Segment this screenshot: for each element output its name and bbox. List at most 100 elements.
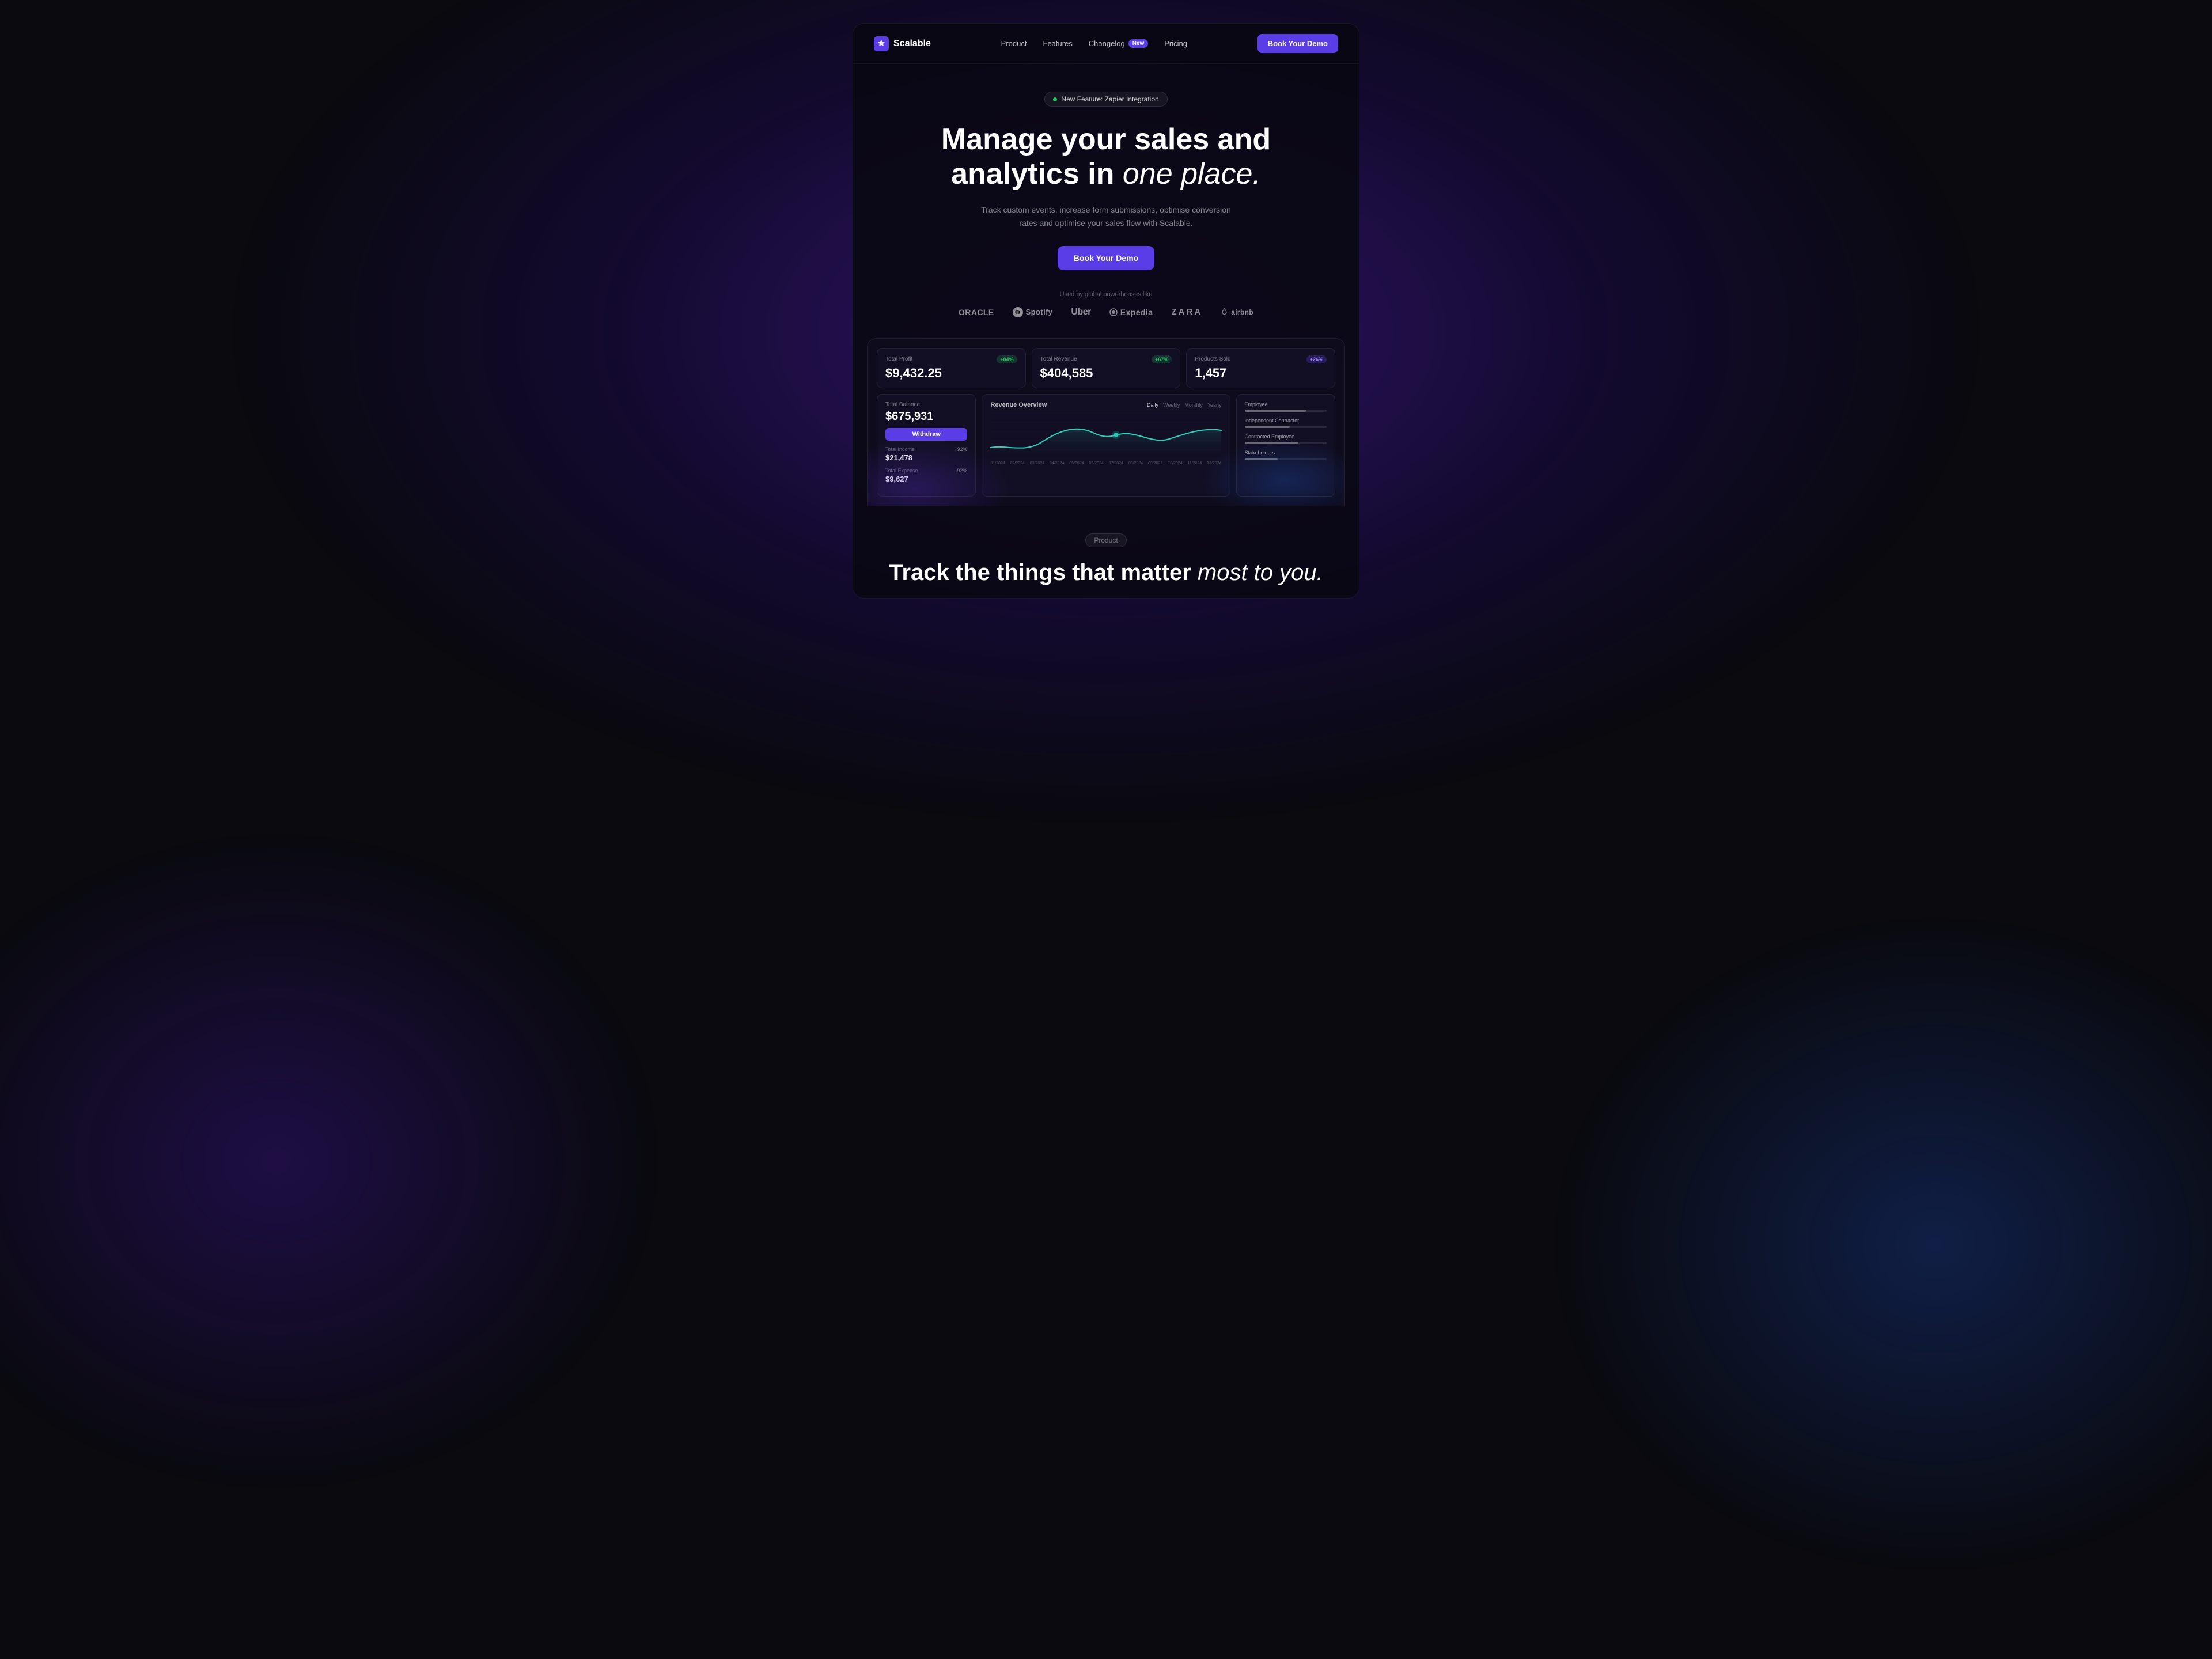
hero-subtitle: Track custom events, increase form submi…: [974, 203, 1238, 230]
stat-products-badge: +26%: [1306, 355, 1327, 363]
emp-contractor-bar: [1245, 426, 1327, 428]
x-label-4: 04/2024: [1050, 461, 1064, 465]
stat-profit-header: Total Profit +84%: [885, 355, 1017, 363]
product-section: Product Track the things that matter mos…: [853, 506, 1359, 598]
filter-daily[interactable]: Daily: [1147, 402, 1158, 408]
stat-products: Products Sold +26% 1,457: [1186, 348, 1335, 388]
logo[interactable]: Scalable: [874, 36, 931, 51]
filter-weekly[interactable]: Weekly: [1163, 402, 1180, 408]
x-label-7: 07/2024: [1109, 461, 1123, 465]
feature-pill-text: New Feature: Zapier Integration: [1061, 95, 1158, 103]
emp-contracted-name: Contracted Employee: [1245, 434, 1327, 440]
navbar: Scalable Product Features Changelog New …: [853, 24, 1359, 64]
chart-area: [990, 413, 1221, 459]
nav-features[interactable]: Features: [1043, 39, 1072, 48]
nav-links: Product Features Changelog New Pricing: [1001, 39, 1187, 48]
logo-airbnb: airbnb: [1221, 308, 1253, 316]
logos-label: Used by global powerhouses like: [876, 291, 1336, 298]
revenue-chart: [990, 413, 1221, 459]
logo-spotify: Spotify: [1013, 307, 1053, 317]
stat-revenue-badge: +67%: [1152, 355, 1172, 363]
stat-profit: Total Profit +84% $9,432.25: [877, 348, 1026, 388]
balance-value: $675,931: [885, 410, 967, 423]
emp-employee-bar: [1245, 410, 1327, 412]
emp-stakeholders-bar: [1245, 458, 1327, 460]
nav-pricing[interactable]: Pricing: [1164, 39, 1187, 48]
revenue-title: Revenue Overview: [990, 402, 1047, 408]
product-title: Track the things that matter most to you…: [876, 559, 1336, 586]
emp-stakeholders-name: Stakeholders: [1245, 450, 1327, 456]
x-label-9: 09/2024: [1148, 461, 1162, 465]
emp-contracted: Contracted Employee: [1245, 434, 1327, 444]
stat-revenue-value: $404,585: [1040, 366, 1172, 381]
logo-icon: [874, 36, 889, 51]
logos-section: Used by global powerhouses like ORACLE S…: [853, 291, 1359, 338]
revenue-card: Revenue Overview Daily Weekly Monthly Ye…: [982, 394, 1230, 497]
product-label: Product: [1085, 533, 1126, 547]
emp-contractor-fill: [1245, 426, 1290, 428]
income-row: Total Income 92% $21,478: [885, 446, 967, 462]
x-label-5: 05/2024: [1069, 461, 1084, 465]
stat-products-value: 1,457: [1195, 366, 1327, 381]
emp-stakeholders: Stakeholders: [1245, 450, 1327, 460]
stat-revenue: Total Revenue +67% $404,585: [1032, 348, 1181, 388]
filter-monthly[interactable]: Monthly: [1184, 402, 1203, 408]
expense-label: Total Expense: [885, 468, 918, 474]
logo-uber: Uber: [1071, 307, 1090, 317]
employee-card: Employee Independent Contractor: [1236, 394, 1335, 497]
nav-changelog-label: Changelog: [1089, 39, 1125, 48]
expense-row: Total Expense 92% $9,627: [885, 468, 967, 483]
balance-label: Total Balance: [885, 402, 967, 408]
emp-employee-fill: [1245, 410, 1306, 412]
nav-product[interactable]: Product: [1001, 39, 1027, 48]
stat-profit-value: $9,432.25: [885, 366, 1017, 381]
expense-header: Total Expense 92%: [885, 468, 967, 474]
emp-contracted-fill: [1245, 442, 1298, 444]
income-value: $21,478: [885, 453, 967, 462]
time-filters: Daily Weekly Monthly Yearly: [1147, 402, 1222, 408]
income-pct: 92%: [957, 446, 967, 452]
expense-pct: 92%: [957, 468, 967, 474]
chart-x-labels: 01/2024 02/2024 03/2024 04/2024 05/2024 …: [990, 461, 1221, 465]
x-label-2: 02/2024: [1010, 461, 1025, 465]
dash-bottom: Total Balance $675,931 Withdraw Total In…: [877, 394, 1335, 497]
status-dot: [1053, 97, 1057, 101]
expense-value: $9,627: [885, 475, 967, 483]
logo-oracle: ORACLE: [959, 308, 994, 317]
withdraw-button[interactable]: Withdraw: [885, 428, 967, 441]
stat-profit-badge: +84%: [997, 355, 1017, 363]
logo-zara: ZARA: [1172, 307, 1203, 317]
logo-expedia: Expedia: [1109, 308, 1153, 317]
dashboard-preview: Total Profit +84% $9,432.25 Total Revenu…: [867, 338, 1345, 506]
x-label-3: 03/2024: [1030, 461, 1044, 465]
logos-row: ORACLE Spotify Uber Expedia: [876, 307, 1336, 317]
revenue-header: Revenue Overview Daily Weekly Monthly Ye…: [990, 402, 1221, 408]
hero-section: New Feature: Zapier Integration Manage y…: [853, 64, 1359, 291]
filter-yearly[interactable]: Yearly: [1207, 402, 1222, 408]
emp-contractor: Independent Contractor: [1245, 418, 1327, 428]
nav-cta-button[interactable]: Book Your Demo: [1257, 34, 1338, 53]
stat-revenue-label: Total Revenue: [1040, 356, 1077, 362]
x-label-12: 12/2024: [1207, 461, 1221, 465]
x-label-8: 08/2024: [1128, 461, 1143, 465]
stat-profit-label: Total Profit: [885, 356, 912, 362]
brand-name: Scalable: [893, 39, 931, 49]
hero-title: Manage your sales and analytics in one p…: [876, 123, 1336, 192]
balance-card: Total Balance $675,931 Withdraw Total In…: [877, 394, 976, 497]
x-label-6: 06/2024: [1089, 461, 1103, 465]
income-label: Total Income: [885, 446, 915, 452]
stats-row: Total Profit +84% $9,432.25 Total Revenu…: [877, 348, 1335, 388]
emp-employee: Employee: [1245, 402, 1327, 412]
new-badge: New: [1128, 39, 1149, 48]
emp-employee-name: Employee: [1245, 402, 1327, 407]
stat-products-label: Products Sold: [1195, 356, 1230, 362]
hero-cta-button[interactable]: Book Your Demo: [1058, 246, 1154, 270]
spotify-icon: [1013, 307, 1023, 317]
stat-revenue-header: Total Revenue +67%: [1040, 355, 1172, 363]
emp-stakeholders-fill: [1245, 458, 1278, 460]
nav-changelog[interactable]: Changelog New: [1089, 39, 1148, 48]
emp-contracted-bar: [1245, 442, 1327, 444]
feature-pill: New Feature: Zapier Integration: [1044, 92, 1167, 107]
x-label-11: 11/2024: [1187, 461, 1202, 465]
x-label-10: 10/2024: [1168, 461, 1182, 465]
